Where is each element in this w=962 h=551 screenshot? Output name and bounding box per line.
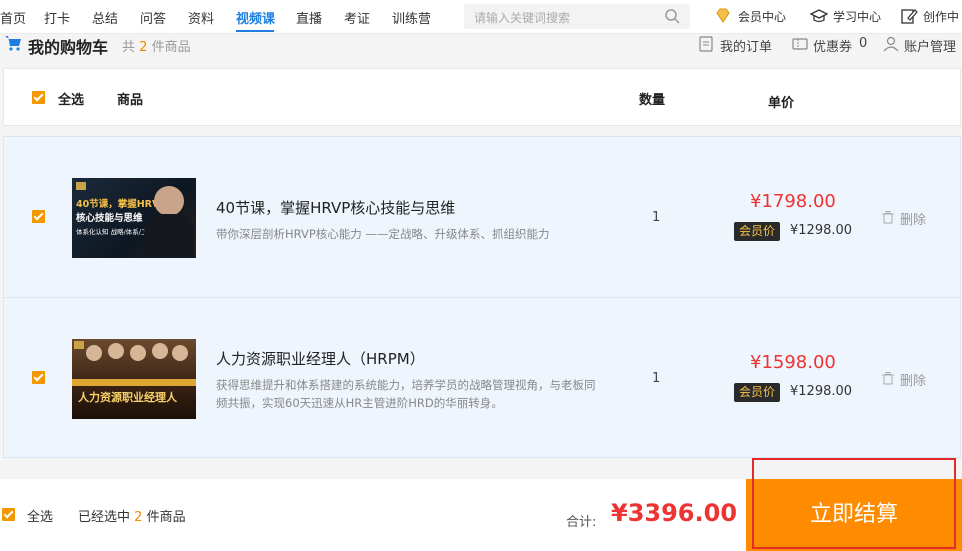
thumbnail-headline: 人力资源职业经理人 <box>78 391 177 404</box>
nav-video-course[interactable]: 视频课 <box>236 8 275 27</box>
nav-live[interactable]: 直播 <box>296 8 322 27</box>
member-price-badge: 会员价 <box>734 383 781 402</box>
presenter-head <box>108 343 124 359</box>
cart-item-row: 40节课，掌握HRVP 核心技能与思维 体系化认知 战略/体系/工具 40节课，… <box>4 137 960 298</box>
cart-title-bar: 我的购物车 共 2 件商品 我的订单 优惠券 0 账户管理 <box>0 34 962 60</box>
cart-item-count: 共 2 件商品 <box>122 36 191 55</box>
nav-qa[interactable]: 问答 <box>140 8 166 27</box>
search-input[interactable]: 请输入关键词搜索 <box>464 4 690 29</box>
thumbnail-subheadline: 核心技能与思维 <box>76 213 143 224</box>
presenter-body <box>144 214 194 258</box>
learning-center-link[interactable]: 学习中心 <box>833 8 881 25</box>
member-price-badge: 会员价 <box>734 222 781 241</box>
presenter-head <box>172 345 188 361</box>
cart-item-list: 40节课，掌握HRVP 核心技能与思维 体系化认知 战略/体系/工具 40节课，… <box>3 136 961 458</box>
cart-item-row: 人力资源职业经理人 人力资源职业经理人（HRPM） 获得思维提升和体系搭建的系统… <box>4 298 960 458</box>
user-icon <box>883 36 899 52</box>
member-price: ¥1298.00 <box>790 384 853 399</box>
diamond-icon <box>716 8 730 23</box>
delete-button[interactable]: 删除 <box>900 209 926 228</box>
count-number: 2 <box>139 40 148 55</box>
thumbnail-headline: 40节课，掌握HRVP <box>76 199 167 210</box>
thumbnail-tagline: 体系化认知 战略/体系/工具 <box>76 228 154 236</box>
presenter-head <box>154 186 184 216</box>
item-checkbox[interactable] <box>32 210 45 223</box>
selected-prefix: 已经选中 <box>78 510 131 525</box>
thumbnail-badge <box>76 182 86 190</box>
account-management-link[interactable]: 账户管理 <box>904 36 956 55</box>
my-orders-link[interactable]: 我的订单 <box>720 36 772 55</box>
selected-count: 2 <box>134 510 143 525</box>
nav-summary[interactable]: 总结 <box>92 8 118 27</box>
highlight-box <box>752 458 956 549</box>
cart-title: 我的购物车 <box>28 38 109 57</box>
nav-certification[interactable]: 考证 <box>344 8 370 27</box>
creation-center-link[interactable]: 创作中 <box>923 8 959 25</box>
edit-icon <box>901 9 918 24</box>
order-list-icon <box>699 36 713 52</box>
member-price: ¥1298.00 <box>790 223 853 238</box>
nav-materials[interactable]: 资料 <box>188 8 214 27</box>
nav-home[interactable]: 首页 <box>0 8 26 27</box>
cart-table-header: 全选 商品 数量 单价 <box>3 68 961 126</box>
selected-count-text: 已经选中 2 件商品 <box>78 506 186 525</box>
member-center-link[interactable]: 会员中心 <box>738 8 786 25</box>
product-description: 获得思维提升和体系搭建的系统能力，培养学员的战略管理视角，与老板同频共振，实现6… <box>216 378 596 410</box>
count-suffix: 件商品 <box>151 40 191 55</box>
active-tab-indicator <box>236 30 274 32</box>
product-title[interactable]: 人力资源职业经理人（HRPM） <box>216 348 425 369</box>
search-icon[interactable] <box>664 8 680 24</box>
count-prefix: 共 <box>122 40 136 55</box>
item-checkbox[interactable] <box>32 371 45 384</box>
item-price: ¥1598.00 <box>750 352 836 373</box>
search-placeholder: 请输入关键词搜索 <box>474 11 571 25</box>
product-description: 带你深层剖析HRVP核心能力 ——定战略、升级体系、抓组织能力 <box>216 227 550 241</box>
coupon-icon <box>792 38 808 50</box>
presenter-head <box>152 343 168 359</box>
item-quantity: 1 <box>652 371 661 386</box>
nav-checkin[interactable]: 打卡 <box>44 8 70 27</box>
unit-price-column-header: 单价 <box>768 96 795 111</box>
footer-select-all-label: 全选 <box>27 510 54 525</box>
select-all-checkbox[interactable] <box>32 91 45 104</box>
product-title[interactable]: 40节课，掌握HRVP核心技能与思维 <box>216 197 455 218</box>
shopping-cart-icon <box>5 36 21 51</box>
thumbnail-banner <box>72 379 196 386</box>
quantity-column-header: 数量 <box>639 93 666 108</box>
trash-icon[interactable] <box>882 372 894 385</box>
presenter-head <box>130 345 146 361</box>
product-column-header: 商品 <box>117 93 144 108</box>
coupon-count: 0 <box>859 36 868 51</box>
graduation-cap-icon <box>810 9 828 23</box>
thumbnail-badge <box>74 341 84 349</box>
total-amount: ¥3396.00 <box>611 499 738 527</box>
presenter-head <box>86 345 102 361</box>
coupons-link[interactable]: 优惠券 <box>813 36 852 55</box>
nav-training-camp[interactable]: 训练营 <box>392 8 431 27</box>
course-thumbnail[interactable]: 人力资源职业经理人 <box>72 339 196 419</box>
item-price: ¥1798.00 <box>750 191 836 212</box>
trash-icon[interactable] <box>882 211 894 224</box>
course-thumbnail[interactable]: 40节课，掌握HRVP 核心技能与思维 体系化认知 战略/体系/工具 <box>72 178 196 258</box>
select-all-label: 全选 <box>58 93 85 108</box>
selected-suffix: 件商品 <box>146 510 186 525</box>
top-nav: 首页 打卡 总结 问答 资料 视频课 直播 考证 训练营 请输入关键词搜索 会员… <box>0 0 962 34</box>
footer-select-all-checkbox[interactable] <box>2 508 15 521</box>
delete-button[interactable]: 删除 <box>900 370 926 389</box>
total-label: 合计: <box>566 515 597 530</box>
item-quantity: 1 <box>652 210 661 225</box>
